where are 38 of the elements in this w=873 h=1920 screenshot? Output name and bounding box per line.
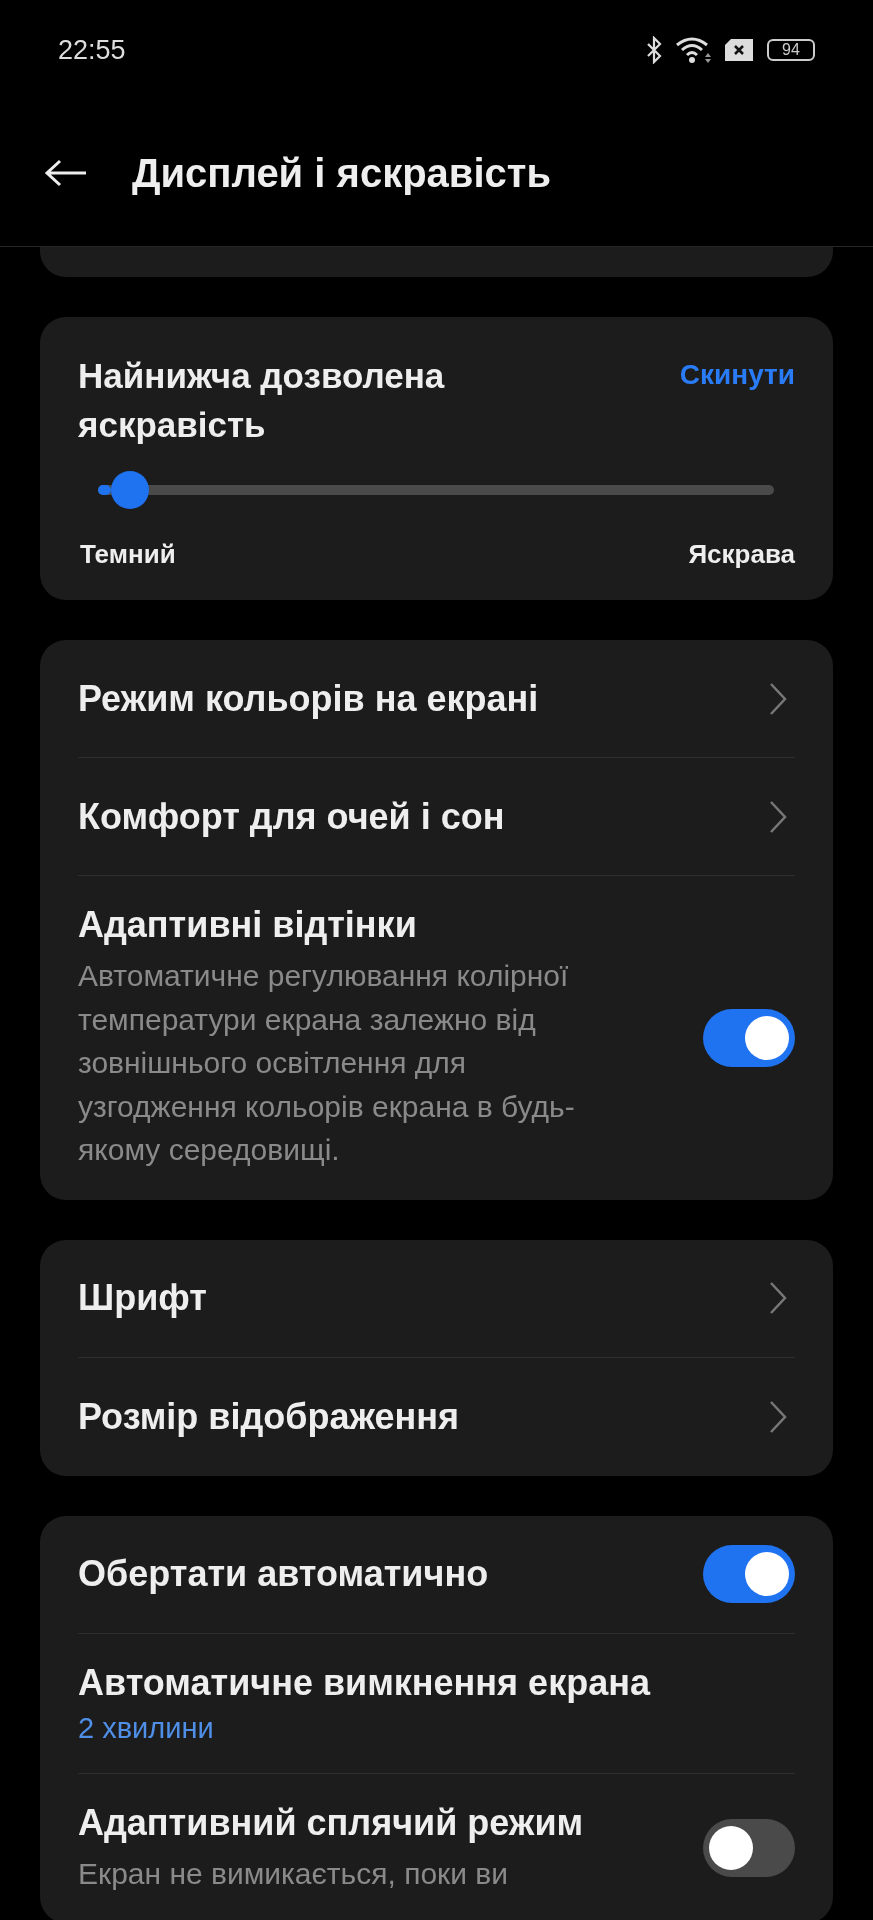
settings-row[interactable]: Режим кольорів на екрані [78, 640, 795, 758]
reset-link[interactable]: Скинути [679, 359, 795, 391]
setting-title: Комфорт для очей і сон [78, 795, 505, 838]
setting-title: Розмір відображення [78, 1395, 460, 1438]
setting-title: Обертати автоматично [78, 1553, 489, 1595]
setting-title: Автоматичне вимкнення екрана [78, 1661, 650, 1704]
bluetooth-icon [645, 36, 663, 64]
settings-row[interactable]: Обертати автоматично [78, 1515, 795, 1634]
settings-row[interactable]: Шрифт [78, 1239, 795, 1358]
settings-row[interactable]: Розмір відображення [78, 1357, 795, 1476]
brightness-slider[interactable] [98, 471, 774, 509]
battery-icon: 94 [767, 39, 815, 61]
max-label: Яскрава [688, 539, 795, 570]
back-button[interactable] [44, 158, 88, 188]
toggle-switch[interactable] [703, 1545, 795, 1603]
setting-title: Режим кольорів на екрані [78, 677, 539, 720]
toggle-switch[interactable] [703, 1008, 795, 1067]
setting-title: Шрифт [78, 1277, 207, 1319]
setting-title: Адаптивний сплячий режим [78, 1801, 584, 1844]
wifi-icon [675, 36, 713, 64]
setting-title: Найнижча дозволена яскравість [78, 355, 446, 446]
page-title: Дисплей і яскравість [132, 150, 551, 196]
min-label: Темний [80, 539, 176, 570]
slider-thumb[interactable] [110, 471, 149, 509]
chevron-right-icon [769, 1281, 787, 1315]
settings-row[interactable]: Адаптивний сплячий режим Екран не вимикається, поки ви [78, 1773, 795, 1920]
chevron-right-icon [769, 681, 787, 716]
setting-title: Адаптивні відтінки [78, 904, 418, 946]
setting-description: Екран не вимикається, поки ви [78, 1855, 509, 1892]
settings-row[interactable]: Адаптивні відтінки Автоматичне регулювання колірної температури екрана залежно від зовнішнього освітлення для узгодження кольорів екрана в будь-якому середовищі. [78, 876, 795, 1200]
chevron-right-icon [769, 799, 787, 834]
chevron-right-icon [769, 1399, 787, 1434]
no-sim-icon [725, 39, 755, 61]
setting-value: 2 хвилини [78, 1711, 215, 1745]
settings-row[interactable]: Автоматичне вимкнення екрана 2 хвилини [78, 1633, 795, 1774]
settings-row[interactable]: Комфорт для очей і сон [78, 758, 795, 876]
status-time: 22:55 [58, 34, 126, 66]
setting-description: Автоматичне регулювання колірної температури екрана залежно від зовнішнього освітлення для узгодження кольорів екрана в будь-якому середовищі. [78, 958, 576, 1168]
